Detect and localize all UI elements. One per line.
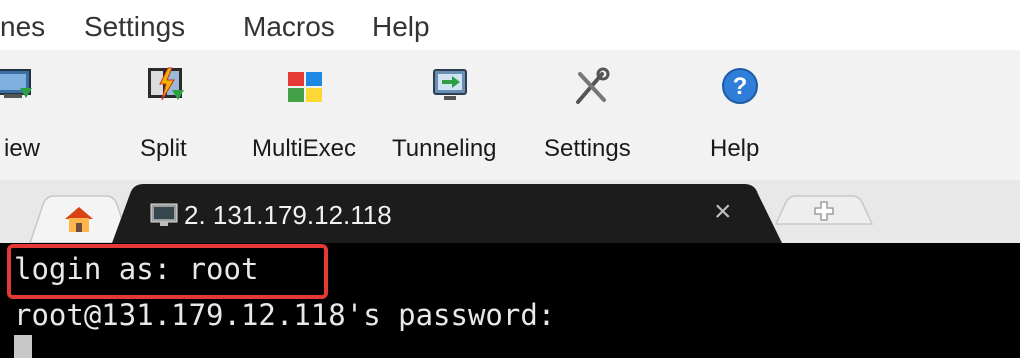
menu-item-settings[interactable]: Settings: [84, 10, 185, 44]
menu-item-machines[interactable]: nes: [0, 10, 45, 44]
settings-label: Settings: [544, 135, 631, 162]
terminal-line-password: root@131.179.12.118's password:: [14, 298, 556, 332]
tunneling-label: Tunneling: [392, 135, 497, 162]
svg-text:?: ?: [733, 73, 748, 100]
session-tab-label: 2. 131.179.12.118: [184, 200, 392, 230]
tab-strip: 2. 131.179.12.118 ×: [0, 180, 1020, 243]
toolbar: iew Split MultiExec Tunneling Settings ?…: [0, 50, 1020, 180]
settings-icon: [576, 67, 610, 104]
highlight-box: [7, 244, 328, 299]
help-icon: ?: [722, 68, 758, 104]
multiexec-icon: [288, 72, 322, 102]
menu-bar: nes Settings Macros Help: [0, 0, 1020, 50]
view-icon: [0, 69, 32, 98]
close-tab-icon[interactable]: ×: [714, 196, 732, 228]
help-label: Help: [710, 135, 760, 162]
settings-button[interactable]: Settings: [542, 50, 652, 180]
view-label: iew: [4, 135, 41, 162]
split-icon: [148, 67, 184, 101]
split-button[interactable]: Split: [128, 50, 208, 180]
help-button[interactable]: ? Help: [706, 50, 776, 180]
multiexec-label: MultiExec: [252, 135, 357, 162]
tunneling-icon: [433, 69, 467, 100]
multiexec-button[interactable]: MultiExec: [248, 50, 378, 180]
terminal-icon: [150, 203, 178, 226]
tunneling-button[interactable]: Tunneling: [390, 50, 520, 180]
split-label: Split: [140, 135, 187, 162]
menu-item-macros[interactable]: Macros: [243, 10, 335, 44]
plus-icon: [814, 201, 834, 221]
view-button[interactable]: iew: [0, 50, 80, 180]
menu-item-help[interactable]: Help: [372, 10, 430, 44]
terminal-cursor: [14, 335, 32, 358]
home-icon: [65, 207, 93, 232]
